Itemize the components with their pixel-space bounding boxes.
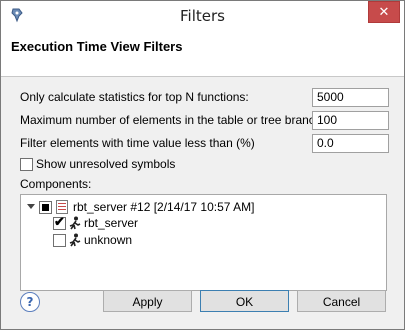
check-icon: ✔	[54, 214, 65, 229]
tree-row-unknown[interactable]: unknown	[53, 232, 253, 248]
dialog-header: Execution Time View Filters	[1, 31, 404, 77]
unknown-checkbox[interactable]	[53, 234, 66, 247]
runner-icon	[69, 216, 81, 230]
partial-check-icon	[42, 204, 49, 211]
window-title: Filters	[180, 7, 225, 25]
ok-button[interactable]: OK	[200, 290, 289, 312]
cancel-button[interactable]: Cancel	[297, 290, 386, 312]
root-partial-checkbox[interactable]	[39, 201, 52, 214]
runner-icon	[69, 233, 81, 247]
tree-row-rbt-server[interactable]: ✔ rbt_server	[53, 214, 253, 231]
unresolved-label[interactable]: Show unresolved symbols	[36, 157, 175, 171]
expand-triangle-icon[interactable]	[27, 204, 35, 209]
top-n-label: Only calculate statistics for top N func…	[20, 90, 249, 104]
max-elements-input[interactable]: 100	[312, 111, 389, 130]
help-icon[interactable]: ?	[20, 292, 40, 312]
unresolved-checkbox[interactable]	[20, 158, 33, 171]
close-button[interactable]: ✕	[368, 1, 400, 23]
components-label: Components:	[20, 177, 92, 191]
top-n-input[interactable]: 5000	[312, 88, 389, 107]
root-label: rbt_server #12 [2/14/17 10:57 AM]	[73, 200, 255, 214]
document-icon	[56, 200, 68, 214]
tree-row-root[interactable]: rbt_server #12 [2/14/17 10:57 AM]	[27, 199, 347, 215]
unknown-label: unknown	[84, 233, 133, 247]
time-threshold-label: Filter elements with time value less tha…	[20, 136, 255, 150]
title-bar[interactable]: Filters ✕	[1, 1, 404, 31]
filters-dialog: Filters ✕ Execution Time View Filters On…	[0, 0, 405, 330]
rbt-server-checkbox[interactable]: ✔	[53, 214, 66, 230]
time-threshold-input[interactable]: 0.0	[312, 134, 389, 153]
close-icon: ✕	[378, 4, 390, 20]
page-title: Execution Time View Filters	[11, 39, 183, 54]
apply-button[interactable]: Apply	[103, 290, 192, 312]
components-tree[interactable]: rbt_server #12 [2/14/17 10:57 AM] ✔ rbt_…	[20, 194, 387, 291]
max-elements-label: Maximum number of elements in the table …	[20, 113, 325, 127]
rbt-server-label: rbt_server	[84, 216, 139, 230]
